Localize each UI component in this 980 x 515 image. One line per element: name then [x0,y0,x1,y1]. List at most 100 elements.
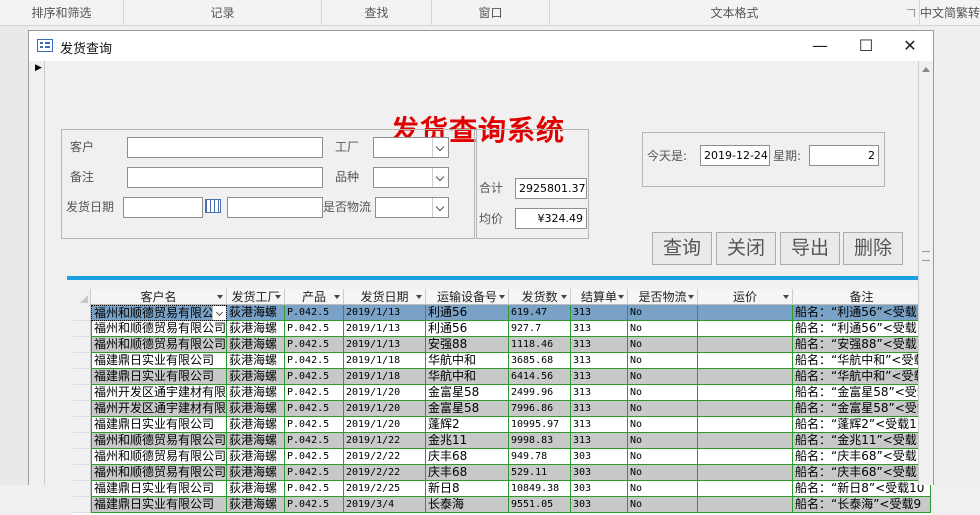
cell-product[interactable]: P.042.5 [285,337,344,353]
cell-factory[interactable]: 荻港海螺 [227,401,285,417]
sort-arrow-icon[interactable] [217,295,223,299]
cell-vessel[interactable]: 蓬辉2 [426,417,509,433]
cell-ship-date[interactable]: 2019/1/22 [344,433,426,449]
cell-logistics[interactable]: No [628,481,698,497]
cell-ship-date[interactable]: 2019/1/20 [344,401,426,417]
cell-freight[interactable] [698,481,793,497]
cell-settlement[interactable]: 303 [571,497,628,513]
cell-customer[interactable]: 福州和顺德贸易有限公司 [91,433,227,449]
cell-vessel[interactable]: 庆丰68 [426,465,509,481]
cell-customer[interactable]: 福建鼎日实业有限公司 [91,497,227,513]
cell-settlement[interactable]: 313 [571,305,628,321]
column-header-customer[interactable]: 客户名 [91,289,227,305]
cell-factory[interactable]: 荻港海螺 [227,481,285,497]
cell-settlement[interactable]: 313 [571,417,628,433]
cell-vessel[interactable]: 华航中和 [426,353,509,369]
cell-logistics[interactable]: No [628,321,698,337]
table-row[interactable]: 福州开发区通宇建材有限公司荻港海螺 P.042.5 2019/1/20 金富星58 79… [73,401,931,417]
cell-ship-date[interactable]: 2019/3/4 [344,497,426,513]
cell-factory[interactable]: 荻港海螺 [227,321,285,337]
sort-arrow-icon[interactable] [783,295,789,299]
column-header-vessel[interactable]: 运输设备号 [426,289,509,305]
logistics-combo[interactable] [375,197,449,218]
cell-remark[interactable]: 船名：“新日8”<受载10 [793,481,931,497]
row-selector[interactable] [73,497,91,513]
column-header-ship-date[interactable]: 发货日期 [344,289,426,305]
cell-settlement[interactable]: 303 [571,481,628,497]
cell-factory[interactable]: 荻港海螺 [227,465,285,481]
cell-remark[interactable]: 船名：“利通56”<受载1 [793,305,931,321]
cell-ship-date[interactable]: 2019/1/20 [344,417,426,433]
cell-quantity[interactable]: 3685.68 [509,353,571,369]
sort-arrow-icon[interactable] [416,295,422,299]
cell-customer[interactable]: 福州和顺德贸易有限公司 [91,321,227,337]
cell-remark[interactable]: 船名：“金富星58”<受载 [793,401,931,417]
table-row[interactable]: 福州和顺德贸易有限公司 荻港海螺 P.042.5 2019/2/22 庆丰68 529.1… [73,465,931,481]
cell-freight[interactable] [698,449,793,465]
cell-quantity[interactable]: 619.47 [509,305,571,321]
calendar-icon[interactable] [205,199,221,213]
table-row[interactable]: 福州和顺德贸易有限公司 荻港海螺 P.042.5 2019/2/22 庆丰68 949.7… [73,449,931,465]
ribbon-group-text-format[interactable]: 文本格式 [550,0,920,26]
scroll-thumb[interactable] [922,251,930,261]
cell-factory[interactable]: 荻港海螺 [227,417,285,433]
cell-ship-date[interactable]: 2019/1/18 [344,369,426,385]
cell-product[interactable]: P.042.5 [285,385,344,401]
cell-quantity[interactable]: 6414.56 [509,369,571,385]
sort-arrow-icon[interactable] [334,295,340,299]
cell-vessel[interactable]: 庆丰68 [426,449,509,465]
cell-factory[interactable]: 荻港海螺 [227,433,285,449]
cell-remark[interactable]: 船名：“安强88”<受载1 [793,337,931,353]
column-header-quantity[interactable]: 发货数 [509,289,571,305]
cell-vessel[interactable]: 利通56 [426,321,509,337]
cell-logistics[interactable]: No [628,449,698,465]
cell-customer[interactable]: 福州开发区通宇建材有限公司 [91,385,227,401]
record-selector-bar[interactable]: ▶ [29,61,45,485]
cell-product[interactable]: P.042.5 [285,417,344,433]
chevron-down-icon[interactable] [432,168,448,187]
row-selector[interactable] [73,433,91,449]
cell-factory[interactable]: 荻港海螺 [227,353,285,369]
cell-freight[interactable] [698,433,793,449]
cell-vessel[interactable]: 利通56 [426,305,509,321]
row-selector[interactable] [73,401,91,417]
cell-product[interactable]: P.042.5 [285,481,344,497]
column-header-freight[interactable]: 运价 [698,289,793,305]
cell-remark[interactable]: 船名：“金富星58”<受载 [793,385,931,401]
row-selector[interactable] [73,417,91,433]
table-row[interactable]: 福建鼎日实业有限公司 荻港海螺 P.042.5 2019/1/20 蓬辉2 10995.9… [73,417,931,433]
cell-settlement[interactable]: 313 [571,337,628,353]
cell-product[interactable]: P.042.5 [285,433,344,449]
cell-ship-date[interactable]: 2019/1/18 [344,353,426,369]
chevron-down-icon[interactable] [212,306,226,320]
cell-logistics[interactable]: No [628,433,698,449]
column-header-logistics[interactable]: 是否物流 [628,289,698,305]
cell-settlement[interactable]: 303 [571,449,628,465]
cell-logistics[interactable]: No [628,305,698,321]
cell-quantity[interactable]: 529.11 [509,465,571,481]
cell-remark[interactable]: 船名：“金兆11”<受载1 [793,433,931,449]
results-datasheet[interactable]: 客户名 发货工厂 产品 发货日期 运输设备号 发货数 结算单 是否物流 运价 备… [73,289,931,515]
cell-logistics[interactable]: No [628,337,698,353]
ribbon-group-find[interactable]: 查找 [322,0,432,26]
cell-remark[interactable]: 船名：“华航中和”<受载 [793,369,931,385]
cell-factory[interactable]: 荻港海螺 [227,369,285,385]
row-selector[interactable] [73,385,91,401]
column-header-factory[interactable]: 发货工厂 [227,289,285,305]
cell-ship-date[interactable]: 2019/1/13 [344,321,426,337]
cell-factory[interactable]: 荻港海螺 [227,337,285,353]
cell-quantity[interactable]: 949.78 [509,449,571,465]
cell-ship-date[interactable]: 2019/2/22 [344,465,426,481]
table-row[interactable]: 福州和顺德贸易有限公司 荻港海螺 P.042.5 2019/1/22 金兆11 9998.… [73,433,931,449]
cell-ship-date[interactable]: 2019/2/22 [344,449,426,465]
cell-quantity[interactable]: 9551.05 [509,497,571,513]
cell-customer[interactable]: 福州和顺德贸易有限公司 [91,449,227,465]
cell-customer[interactable]: 福建鼎日实业有限公司 [91,369,227,385]
cell-freight[interactable] [698,385,793,401]
cell-factory[interactable]: 荻港海螺 [227,305,285,321]
cell-product[interactable]: P.042.5 [285,305,344,321]
close-window-button[interactable]: ✕ [887,31,933,61]
cell-vessel[interactable]: 新日8 [426,481,509,497]
ship-date-start-input[interactable] [123,197,203,218]
cell-customer[interactable]: 福建鼎日实业有限公司 [91,481,227,497]
